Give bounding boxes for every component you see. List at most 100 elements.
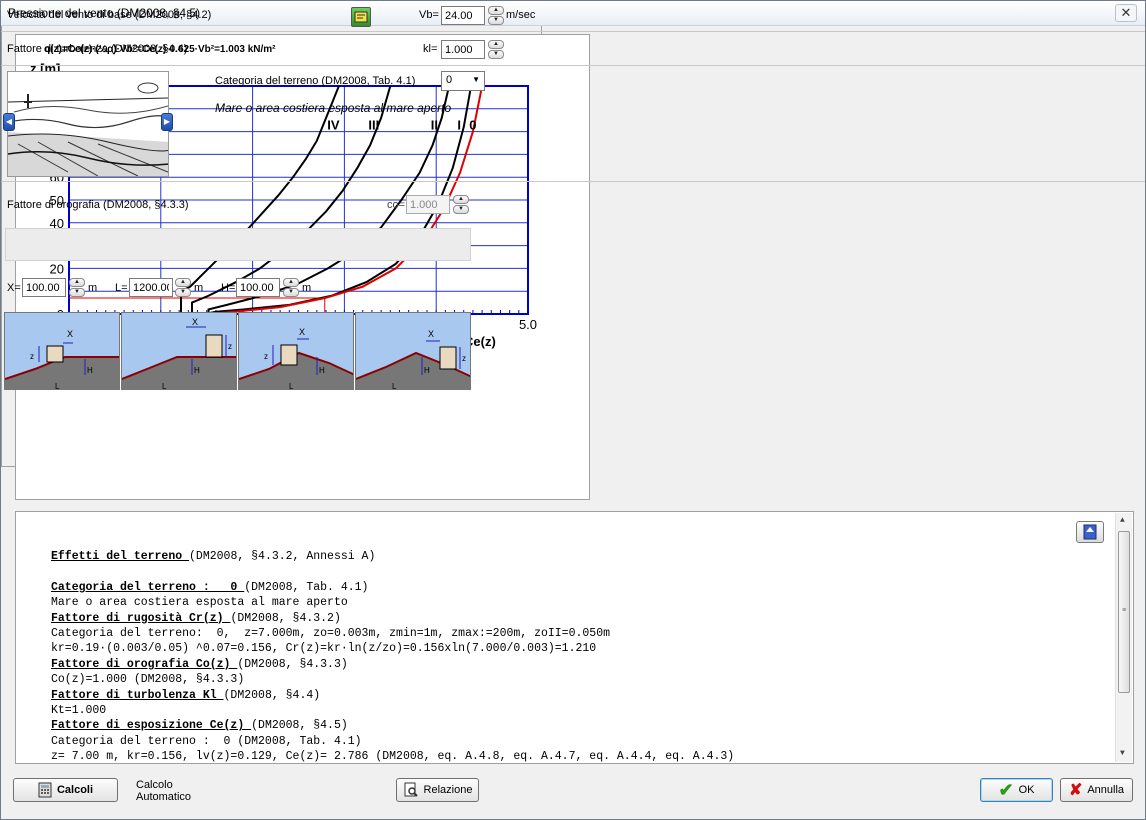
report-panel[interactable]: Effetti del terreno (DM2008, §4.3.2, Ann… xyxy=(15,511,1134,764)
spin-down-icon[interactable]: ▼ xyxy=(69,288,85,297)
report-line: Fattore di rugosità Cr(z) (DM2008, §4.3.… xyxy=(51,611,341,625)
scroll-up-icon[interactable]: ▲ xyxy=(1120,516,1125,525)
report-line: Fattore di orografia Co(z) (DM2008, §4.3… xyxy=(51,657,348,671)
relazione-button[interactable]: Relazione xyxy=(396,778,479,802)
category-description: Mare o area costiera esposta al mare ape… xyxy=(215,101,452,115)
annulla-button[interactable]: ✘ Annulla xyxy=(1060,778,1133,802)
orography-label: Fattore di orografia (DM2008, §4.3.3) xyxy=(7,199,189,211)
calcoli-label: Calcoli xyxy=(56,784,94,796)
x-tick-label: 5.0 xyxy=(519,317,537,332)
spin-up-icon[interactable]: ▲ xyxy=(69,278,85,287)
spin-up-icon[interactable]: ▲ xyxy=(453,195,469,204)
spin-up-icon[interactable]: ▲ xyxy=(175,278,191,287)
ok-label: OK xyxy=(1018,784,1035,796)
chevron-down-icon: ▼ xyxy=(472,75,480,84)
spin-down-icon[interactable]: ▼ xyxy=(488,50,504,59)
curve-label: IV xyxy=(327,117,340,132)
report-scrollbar[interactable]: ▲ ≡ ▼ xyxy=(1115,513,1132,762)
h-input[interactable] xyxy=(236,278,280,297)
svg-text:z: z xyxy=(462,354,466,363)
report-line: Mare o area costiera esposta al mare ape… xyxy=(51,596,348,610)
window: Pressione del vento (DM2008, §4.5) ✕ q(z… xyxy=(0,0,1146,820)
next-category-button[interactable]: ▶ xyxy=(161,113,173,131)
h-prefix: H= xyxy=(221,282,236,294)
spin-down-icon[interactable]: ▼ xyxy=(453,205,469,214)
calculator-icon xyxy=(38,782,52,798)
x-input[interactable] xyxy=(22,278,66,297)
curve-label: I xyxy=(457,117,461,132)
spin-down-icon[interactable]: ▼ xyxy=(283,288,299,297)
svg-text:z: z xyxy=(264,352,268,361)
vb-input[interactable] xyxy=(441,6,485,25)
l-spinner[interactable]: ▲ ▼ xyxy=(175,278,191,297)
orography-info-bar xyxy=(5,228,471,261)
report-text: Effetti del terreno (DM2008, §4.3.2, Ann… xyxy=(51,549,734,765)
kl-label: Fattore di turbolenza (DM2008, §4.4) xyxy=(7,43,188,55)
checkmark-icon: ✔ xyxy=(998,779,1014,800)
curve-label: III xyxy=(368,117,379,132)
curve-label: II xyxy=(431,117,438,132)
report-line: Fattore di turbolenza Kl (DM2008, §4.4) xyxy=(51,688,321,702)
spin-down-icon[interactable]: ▼ xyxy=(175,288,191,297)
svg-text:L: L xyxy=(55,382,60,390)
x-prefix: X= xyxy=(7,282,21,294)
y-tick-label: 20 xyxy=(50,261,64,276)
prev-category-button[interactable]: ◀ xyxy=(3,113,15,131)
category-label: Categoria del terreno (DM2008, Tab. 4.1) xyxy=(215,75,416,87)
svg-text:L: L xyxy=(289,382,294,390)
relazione-label: Relazione xyxy=(423,784,473,796)
svg-text:H: H xyxy=(424,366,430,375)
vb-prefix: Vb= xyxy=(419,9,439,21)
vb-unit: m/sec xyxy=(506,9,536,21)
h-unit: m xyxy=(302,282,312,294)
svg-text:L: L xyxy=(162,382,167,390)
orography-diagram-3[interactable]: X z H L xyxy=(238,312,354,390)
scroll-top-button[interactable] xyxy=(1076,521,1104,543)
x-spinner[interactable]: ▲ ▼ xyxy=(69,278,85,297)
wind-map-icon[interactable] xyxy=(351,7,371,27)
ok-button[interactable]: ✔ OK xyxy=(980,778,1053,802)
report-line: kr=0.19·(0.003/0.05) ^0.07=0.156, Cr(z)=… xyxy=(51,642,597,656)
co-input[interactable] xyxy=(406,195,450,214)
scroll-thumb[interactable]: ≡ xyxy=(1118,531,1130,693)
orography-diagram-2[interactable]: X z H L xyxy=(121,312,237,390)
svg-text:H: H xyxy=(87,366,93,375)
l-input[interactable] xyxy=(129,278,173,297)
annulla-label: Annulla xyxy=(1087,784,1125,796)
report-line: Effetti del terreno (DM2008, §4.3.2, Ann… xyxy=(51,550,376,563)
category-value: 0 xyxy=(446,74,453,86)
co-prefix: co= xyxy=(387,199,406,211)
kl-input[interactable] xyxy=(441,40,485,59)
auto-calc-label: Calcolo Automatico xyxy=(136,779,192,803)
l-unit: m xyxy=(194,282,204,294)
svg-text:H: H xyxy=(319,366,325,375)
svg-text:z: z xyxy=(30,352,34,361)
report-search-icon xyxy=(404,782,418,797)
spin-down-icon[interactable]: ▼ xyxy=(488,16,504,25)
divider xyxy=(1,31,1145,32)
scroll-down-icon[interactable]: ▼ xyxy=(1120,749,1125,758)
close-icon: ✕ xyxy=(1120,5,1132,20)
close-button[interactable]: ✕ xyxy=(1115,4,1137,22)
report-line: Categoria del terreno : 0 (DM2008, Tab. … xyxy=(51,580,369,594)
cancel-x-icon: ✘ xyxy=(1068,782,1083,799)
category-select[interactable]: 0 ▼ xyxy=(441,71,485,91)
spin-up-icon[interactable]: ▲ xyxy=(283,278,299,287)
h-spinner[interactable]: ▲ ▼ xyxy=(283,278,299,297)
terrain-category-image xyxy=(7,71,169,177)
report-line: Categoria del terreno: 0, z=7.000m, zo=0… xyxy=(51,627,610,641)
report-line: Co(z)=1.000 (DM2008, §4.3.3) xyxy=(51,673,245,687)
calcoli-button[interactable]: Calcoli xyxy=(13,778,118,802)
spin-up-icon[interactable]: ▲ xyxy=(488,40,504,49)
svg-text:X: X xyxy=(299,327,305,337)
x-unit: m xyxy=(88,282,98,294)
orography-diagram-4[interactable]: X z H L xyxy=(355,312,471,390)
svg-text:X: X xyxy=(192,317,198,327)
orography-diagram-1[interactable]: X z H L xyxy=(4,312,120,390)
spin-up-icon[interactable]: ▲ xyxy=(488,6,504,15)
vb-spinner[interactable]: ▲ ▼ xyxy=(488,6,504,25)
svg-text:H: H xyxy=(194,366,200,375)
co-spinner[interactable]: ▲ ▼ xyxy=(453,195,469,214)
kl-spinner[interactable]: ▲ ▼ xyxy=(488,40,504,59)
report-line xyxy=(51,564,734,579)
